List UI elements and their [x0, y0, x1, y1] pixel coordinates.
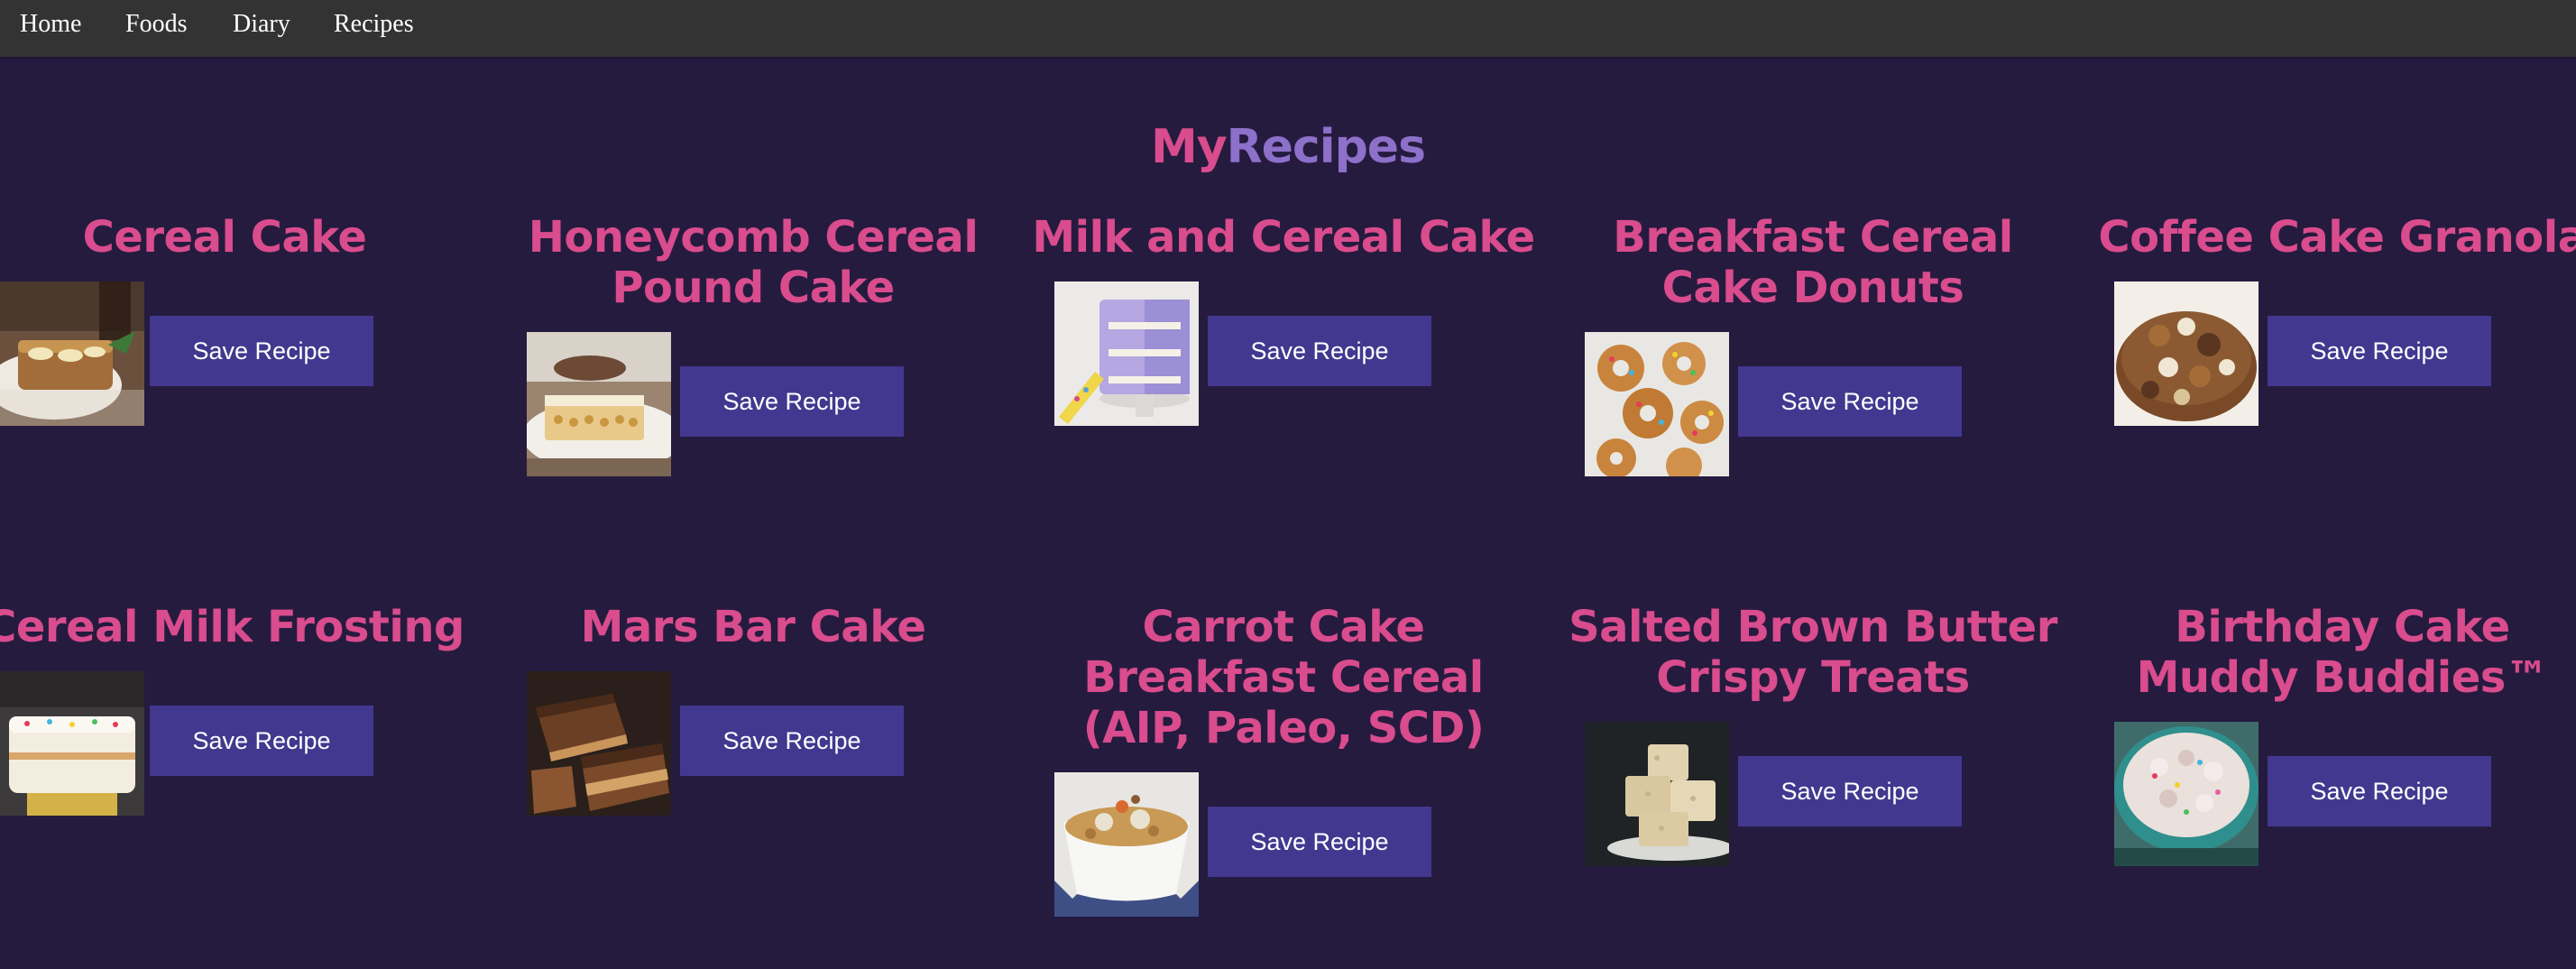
muddy-buddies-photo — [2114, 722, 2259, 866]
recipe-image — [1585, 722, 1729, 866]
nav-link-home[interactable]: Home — [20, 9, 81, 40]
recipe-title: Salted Brown Butter Crispy Treats — [1569, 602, 2057, 703]
recipe-title: Cereal Milk Frosting — [0, 602, 465, 652]
save-recipe-button[interactable]: Save Recipe — [680, 366, 904, 437]
recipe-image — [0, 671, 144, 816]
save-recipe-button[interactable]: Save Recipe — [1208, 807, 1431, 877]
nav-link-foods[interactable]: Foods — [125, 9, 187, 40]
recipe-title: Birthday Cake Muddy Buddies™ — [2136, 602, 2549, 703]
recipe-title: Coffee Cake Granola — [2098, 212, 2576, 263]
recipe-title: Milk and Cereal Cake — [1032, 212, 1535, 263]
recipe-card-body: Save Recipe — [0, 281, 477, 426]
recipe-card: Honeycomb Cereal Pound Cake Save Recipe — [501, 212, 1006, 476]
save-recipe-button[interactable]: Save Recipe — [680, 706, 904, 776]
honeycomb-pound-cake-photo — [527, 332, 671, 476]
recipe-card: Birthday Cake Muddy Buddies™ Save Recipe — [2090, 602, 2576, 866]
page-title-recipes: Recipes — [1226, 119, 1426, 174]
save-recipe-button[interactable]: Save Recipe — [150, 316, 373, 386]
cereal-donuts-photo — [1585, 332, 1729, 476]
recipe-image — [2114, 722, 2259, 866]
recipe-card-body: Save Recipe — [2090, 281, 2576, 426]
recipe-image — [527, 332, 671, 476]
recipe-title: Cereal Cake — [82, 212, 367, 263]
recipe-title: Carrot Cake Breakfast Cereal (AIP, Paleo… — [1082, 602, 1485, 753]
recipe-image — [1054, 772, 1199, 917]
recipe-card: Mars Bar Cake Save Recipe — [501, 602, 1006, 816]
recipe-image — [1585, 332, 1729, 476]
recipe-card-body: Save Recipe — [1031, 772, 1536, 917]
cereal-cake-photo — [0, 281, 144, 426]
recipe-title: Honeycomb Cereal Pound Cake — [528, 212, 979, 313]
carrot-cake-cereal-photo — [1054, 772, 1199, 917]
nav-link-diary[interactable]: Diary — [233, 9, 290, 40]
recipe-image — [1054, 281, 1199, 426]
nav-link-recipes[interactable]: Recipes — [334, 9, 414, 40]
recipe-card-body: Save Recipe — [501, 332, 1006, 476]
recipe-image — [0, 281, 144, 426]
recipe-card: Cereal Cake Save Recipe — [0, 212, 477, 426]
recipe-card: Breakfast Cereal Cake Donuts Save Recipe — [1560, 212, 2065, 476]
coffee-cake-granola-photo — [2114, 281, 2259, 426]
save-recipe-button[interactable]: Save Recipe — [2268, 756, 2491, 826]
recipe-card: Coffee Cake Granola Save Recipe — [2090, 212, 2576, 426]
recipe-card-body: Save Recipe — [501, 671, 1006, 816]
recipe-image — [527, 671, 671, 816]
recipe-card: Salted Brown Butter Crispy Treats Save R… — [1560, 602, 2065, 866]
recipe-card-body: Save Recipe — [1560, 722, 2065, 866]
mars-bar-cake-photo — [527, 671, 671, 816]
recipe-card: Milk and Cereal Cake Save Recipe — [1031, 212, 1536, 426]
recipe-card-body: Save Recipe — [2090, 722, 2576, 866]
save-recipe-button[interactable]: Save Recipe — [1208, 316, 1431, 386]
page-title: MyRecipes — [1108, 118, 1468, 176]
recipe-title: Breakfast Cereal Cake Donuts — [1613, 212, 2013, 313]
recipe-title: Mars Bar Cake — [580, 602, 926, 652]
top-navbar: Home Foods Diary Recipes — [0, 0, 2576, 57]
save-recipe-button[interactable]: Save Recipe — [150, 706, 373, 776]
recipe-card: Cereal Milk Frosting Save Recipe — [0, 602, 477, 816]
recipe-card: Carrot Cake Breakfast Cereal (AIP, Paleo… — [1031, 602, 1536, 917]
recipe-card-body: Save Recipe — [0, 671, 477, 816]
recipe-card-body: Save Recipe — [1031, 281, 1536, 426]
recipe-image — [2114, 281, 2259, 426]
milk-cereal-cake-photo — [1054, 281, 1199, 426]
save-recipe-button[interactable]: Save Recipe — [1738, 756, 1962, 826]
save-recipe-button[interactable]: Save Recipe — [2268, 316, 2491, 386]
recipe-card-body: Save Recipe — [1560, 332, 2065, 476]
cereal-milk-frosting-photo — [0, 671, 144, 816]
page-title-my: My — [1150, 119, 1228, 174]
save-recipe-button[interactable]: Save Recipe — [1738, 366, 1962, 437]
crispy-treats-photo — [1585, 722, 1729, 866]
